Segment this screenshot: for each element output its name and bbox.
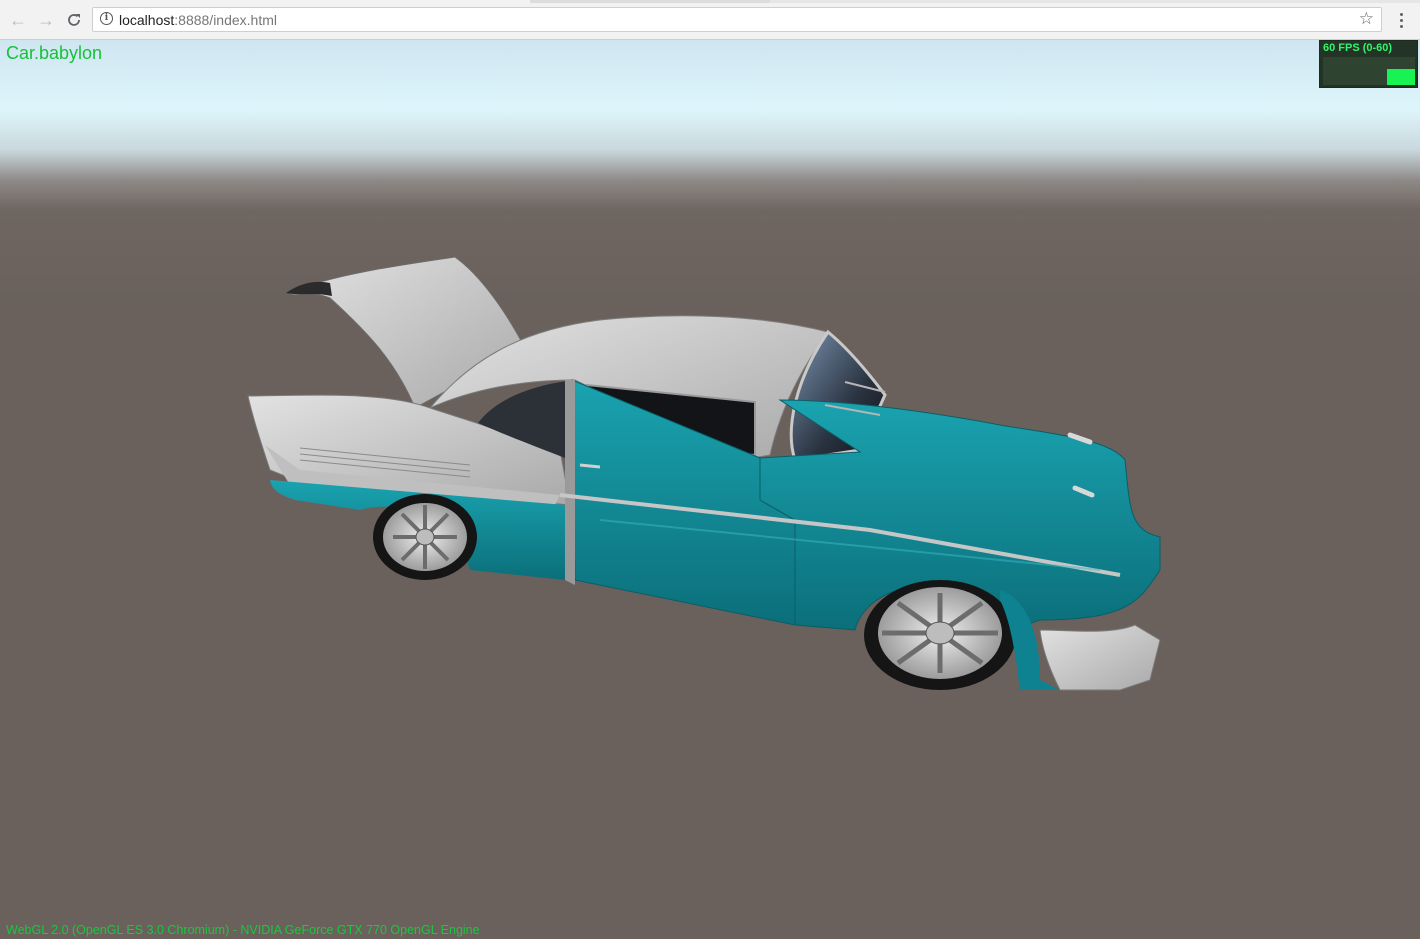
browser-toolbar: ← → i localhost:8888/index.html ☆ xyxy=(0,0,1420,40)
fps-graph xyxy=(1323,57,1415,85)
scene-title: Car.babylon xyxy=(6,43,103,63)
car-model[interactable] xyxy=(0,40,1420,939)
webgl-canvas[interactable]: Car.babylon 60 FPS (0-60) WebGL 2.0 (Ope… xyxy=(0,40,1420,939)
info-icon[interactable]: i xyxy=(100,12,113,25)
url-host: localhost xyxy=(119,12,175,28)
url-path: :8888/index.html xyxy=(174,12,277,28)
tab-inactive[interactable] xyxy=(770,0,1420,3)
forward-arrow-icon[interactable]: → xyxy=(35,9,57,31)
rear-wheel xyxy=(373,494,477,580)
fps-label: 60 FPS (0-60) xyxy=(1323,42,1393,54)
fps-meter: 60 FPS (0-60) xyxy=(1319,40,1418,88)
browser-menu-icon[interactable] xyxy=(1393,9,1409,31)
back-arrow-icon[interactable]: ← xyxy=(7,9,29,31)
url-text[interactable]: localhost:8888/index.html xyxy=(119,12,277,28)
address-bar[interactable]: i localhost:8888/index.html ☆ xyxy=(92,7,1382,32)
front-wheel xyxy=(864,580,1016,690)
tab-active[interactable] xyxy=(0,0,530,3)
bookmark-star-icon[interactable]: ☆ xyxy=(1359,9,1374,29)
reload-icon[interactable] xyxy=(63,9,85,31)
front-bumper xyxy=(1039,624,1161,691)
tab-strip xyxy=(0,0,1420,3)
fps-bar xyxy=(1387,69,1415,85)
webgl-status-text: WebGL 2.0 (OpenGL ES 3.0 Chromium) - NVI… xyxy=(6,923,480,937)
